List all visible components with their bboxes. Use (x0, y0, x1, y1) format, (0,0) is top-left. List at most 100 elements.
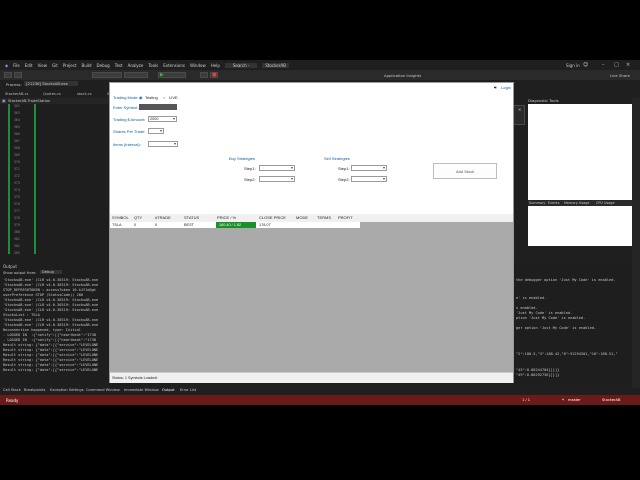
maximize-icon[interactable]: □ (614, 62, 619, 68)
menu-window[interactable]: Window (190, 63, 206, 68)
change-bar-right (34, 104, 36, 254)
line-number: 362 (14, 104, 20, 108)
buy-step2-dropdown[interactable] (259, 176, 295, 182)
menu-project[interactable]: Project (63, 63, 77, 68)
tab-stockerab[interactable]: StockerAB.cs (2, 91, 31, 98)
trading-amount-dropdown[interactable]: 2000 (148, 116, 177, 122)
tab-quotes[interactable]: Quotes.cs (40, 91, 64, 98)
menu-analyze[interactable]: Analyze (128, 63, 144, 68)
enter-symbol-input[interactable] (139, 104, 177, 110)
trading-amount-value: 2000 (150, 117, 159, 121)
config-dropdown[interactable] (92, 72, 122, 78)
sell-step1-dropdown[interactable] (351, 165, 387, 171)
output-line-right: s enabled. (516, 306, 538, 310)
stock-grid[interactable]: TSLA 0 0 BEST 180.40 / 1.82 178.07 (110, 222, 513, 372)
items-interval-dropdown[interactable] (148, 141, 178, 147)
tab-error-list[interactable]: Error List (180, 388, 196, 392)
account-icon[interactable]: ☺ (583, 62, 588, 68)
menu-debug[interactable]: Debug (97, 63, 110, 68)
tab-call-stack[interactable]: Call Stack (3, 388, 21, 392)
output-line: Result string: {"data":[{"service":"LEVE… (3, 353, 99, 357)
col-status[interactable]: STATUS (184, 215, 199, 220)
output-source-dropdown[interactable]: Debug (40, 270, 62, 274)
menu-git[interactable]: Git (52, 63, 58, 68)
minimize-icon[interactable]: – (602, 62, 605, 68)
output-line: STOP_REFRESHTOKEN : accessToken 16.kJf1d… (3, 288, 97, 292)
menu-test[interactable]: Test (115, 63, 123, 68)
col-close-price[interactable]: CLOSE PRICE (259, 215, 286, 220)
cell-status: BEST (184, 222, 194, 227)
form-status-bar: Status: 1 Symbols Loaded! (110, 372, 513, 383)
diag-tab-cpu[interactable]: CPU Usage (596, 201, 615, 205)
diag-graph-top (528, 104, 636, 200)
tab-breakpoints[interactable]: Breakpoints (24, 388, 45, 392)
output-line: 'StocksAB.exe' (CLR v4.0.30319: StocksAB… (3, 303, 99, 307)
line-number: 376 (14, 202, 20, 206)
cell-symbol: TSLA (112, 222, 122, 227)
login-link[interactable]: Login (501, 85, 511, 90)
tab-immediate-window[interactable]: Immediate Window (124, 388, 159, 392)
pause-button[interactable] (200, 72, 208, 78)
tab-stock[interactable]: stock.cs (74, 91, 95, 98)
back-button[interactable] (4, 72, 12, 78)
search-box[interactable]: Search - (224, 62, 258, 68)
status-branch[interactable]: master (568, 398, 581, 402)
line-number: 378 (14, 216, 20, 220)
breadcrumb[interactable]: StockerAB.TradeStation (8, 99, 50, 103)
diag-tab-summary[interactable]: Summary (529, 201, 545, 205)
menu-view[interactable]: View (38, 63, 48, 68)
popup-close-icon[interactable]: × (518, 107, 521, 112)
platform-dropdown[interactable] (124, 72, 148, 78)
login-icon[interactable]: ⎆ (494, 85, 497, 90)
shares-per-trade-dropdown[interactable] (148, 128, 164, 134)
col-mode[interactable]: MODE (296, 215, 308, 220)
col-qty[interactable]: QTY (134, 215, 142, 220)
add-stock-button[interactable]: Add Stock (433, 163, 497, 179)
cell-qty: 0 (134, 222, 137, 227)
status-repo[interactable]: StockerAB (602, 398, 620, 402)
col-terms[interactable]: TERMS (317, 215, 331, 220)
mode-testing-radio[interactable]: ◉ (139, 95, 143, 100)
line-number: 381 (14, 237, 20, 241)
close-icon[interactable]: × (626, 62, 630, 68)
forward-button[interactable] (14, 72, 22, 78)
menu-build[interactable]: Build (82, 63, 92, 68)
line-number: 368 (14, 146, 20, 150)
table-row[interactable]: TSLA 0 0 BEST 180.40 / 1.82 178.07 (110, 222, 360, 228)
process-dropdown[interactable]: [21236] StocksAB.exe (24, 81, 78, 86)
trading-amount-label: Trading $ Amount: (113, 117, 146, 122)
diag-tab-memory[interactable]: Memory Usage (564, 201, 589, 205)
vs-logo-icon: ◆ (5, 62, 9, 68)
line-number: 377 (14, 209, 20, 213)
diag-tab-events[interactable]: Events (548, 201, 559, 205)
tab-output[interactable]: Output (162, 388, 174, 392)
menu-edit[interactable]: Edit (25, 63, 33, 68)
sell-strategies-header: Sell Strategies (324, 156, 350, 161)
line-number: 373 (14, 181, 20, 185)
col-profit[interactable]: PROFIT (338, 215, 353, 220)
tab-command-window[interactable]: Command Window (86, 388, 120, 392)
output-line-right: "2":188.5,"3":188.42,"8":91294301,"10":1… (516, 352, 618, 356)
output-line: Result string: {"data":[{"service":"LEVE… (3, 343, 99, 347)
continue-icon: ▶ (160, 72, 164, 78)
sell-step2-dropdown[interactable] (351, 176, 387, 182)
tab-exception-settings[interactable]: Exception Settings (50, 388, 84, 392)
line-number: 379 (14, 223, 20, 227)
status-position[interactable]: 1 / 1 (522, 398, 530, 402)
col-trade[interactable]: #TRADE (155, 215, 171, 220)
live-share-button[interactable]: Live Share (610, 73, 630, 78)
output-line: userPreference GTOP (StatusCode)) 200 (3, 293, 84, 297)
line-number: 366 (14, 132, 20, 136)
mode-live-radio[interactable]: ○ (163, 95, 165, 100)
menu-extensions[interactable]: Extensions (163, 63, 185, 68)
mode-testing-label: Testing (145, 95, 158, 100)
sign-in-link[interactable]: Sign in (566, 63, 580, 68)
trade-station-form: ⎆ Login Trading Mode: ◉ Testing ○ LIVE E… (109, 82, 514, 383)
application-insights-button[interactable]: Application Insights (384, 73, 421, 78)
buy-step1-dropdown[interactable] (259, 165, 295, 171)
col-symbol[interactable]: SYMBOL (112, 215, 129, 220)
menu-file[interactable]: File (13, 63, 20, 68)
menu-help[interactable]: Help (211, 63, 220, 68)
menu-tools[interactable]: Tools (148, 63, 158, 68)
col-price[interactable]: PRICE / % (217, 215, 236, 220)
